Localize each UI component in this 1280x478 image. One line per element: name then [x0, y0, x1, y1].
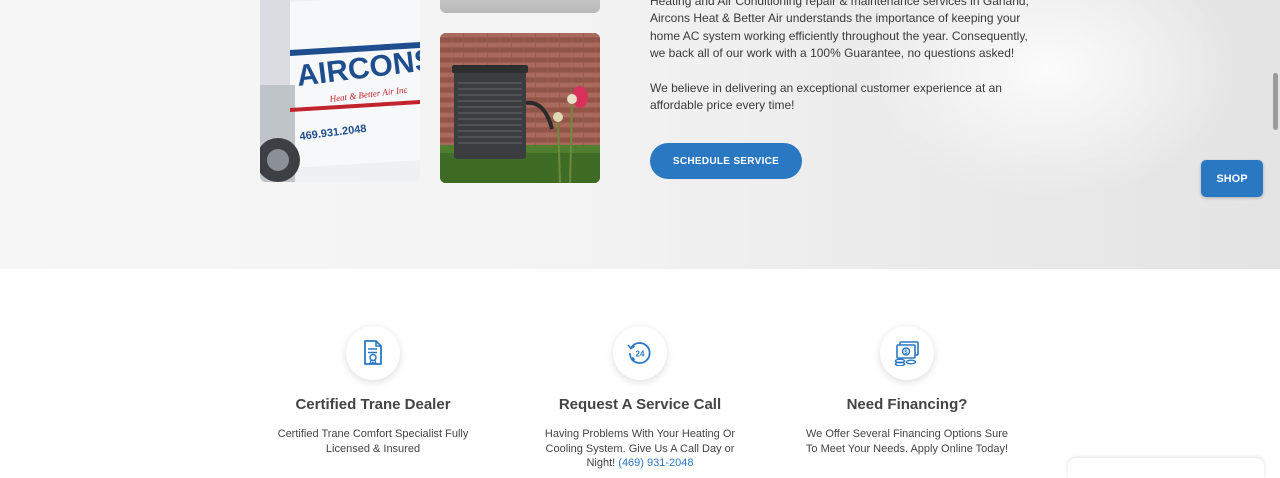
hero-paragraph-2: We believe in delivering an exceptional … — [650, 80, 1002, 113]
feature-service-call: 24 Request A Service Call Having Problem… — [510, 326, 770, 471]
feature-text: Certified Trane Comfort Specialist Fully… — [277, 428, 469, 455]
scrollbar-thumb[interactable] — [1273, 73, 1278, 130]
feature-icon-circle: $ — [880, 326, 934, 380]
hero-description: Heating and Air Conditioning repair & ma… — [650, 0, 1030, 114]
feature-title: Request A Service Call — [558, 396, 722, 413]
money-financing-icon: $ — [894, 341, 919, 366]
truck-illustration: AIRCONS Heat & Better Air Inc 469.931.20… — [260, 0, 420, 182]
feature-text-container: Having Problems With Your Heating Or Coo… — [540, 427, 740, 471]
certificate-document-icon — [364, 340, 382, 366]
hero-section: AIRCONS Heat & Better Air Inc 469.931.20… — [0, 0, 1280, 269]
feature-text: We Offer Several Financing Options Sure … — [805, 428, 1009, 455]
feature-icon-circle: 24 — [613, 326, 667, 380]
ac-unit-photo — [440, 33, 600, 183]
svg-text:24: 24 — [636, 350, 645, 359]
hero-paragraph-1: Heating and Air Conditioning repair & ma… — [650, 0, 1029, 61]
feature-title: Need Financing? — [846, 396, 968, 413]
schedule-service-button[interactable]: SCHEDULE SERVICE — [650, 143, 802, 179]
phone-link[interactable]: (469) 931-2048 — [618, 457, 693, 469]
feature-financing: $ Need Financing? We Offer Several Finan… — [777, 326, 1037, 456]
feature-title: Certified Trane Dealer — [295, 396, 451, 413]
chat-widget-tab[interactable] — [1068, 458, 1264, 478]
ac-unit-illustration — [440, 33, 600, 183]
truck-photo: AIRCONS Heat & Better Air Inc 469.931.20… — [260, 0, 420, 182]
cropped-photo — [440, 0, 600, 13]
feature-icon-circle — [346, 326, 400, 380]
shop-button[interactable]: SHOP — [1201, 160, 1263, 197]
24-hour-phone-icon: 24 — [627, 342, 651, 364]
feature-certified-dealer: Certified Trane Dealer Certified Trane C… — [243, 326, 503, 456]
